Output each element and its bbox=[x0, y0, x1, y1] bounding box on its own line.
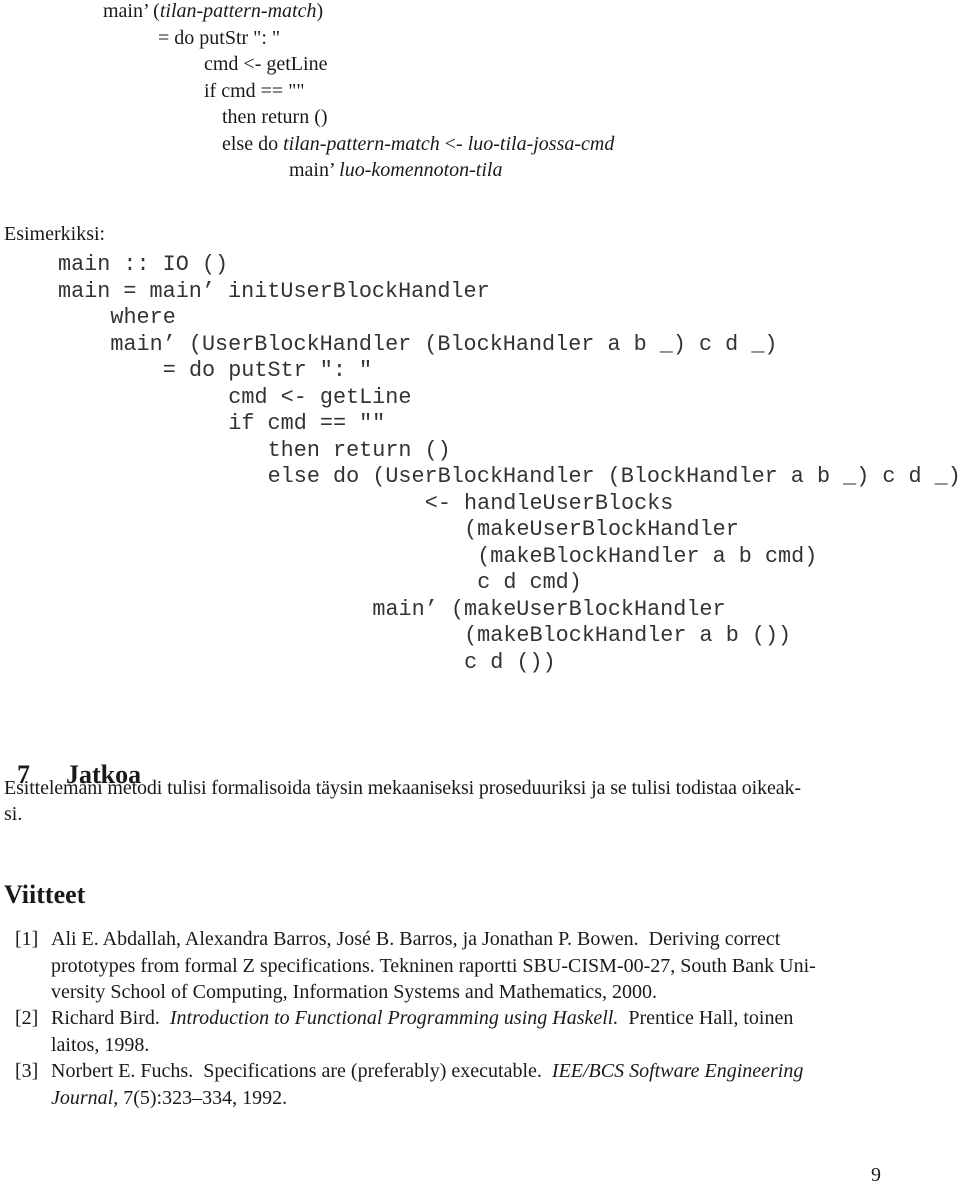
page-number: 9 bbox=[871, 1164, 881, 1186]
text: main’ ( bbox=[103, 0, 160, 22]
pseudocode-line: main’ luo-komennoton-tila bbox=[289, 157, 502, 183]
pseudocode-line: if cmd == "" bbox=[204, 78, 305, 104]
code-line: main’ (makeUserBlockHandler bbox=[372, 596, 726, 622]
code-line: if cmd == "" bbox=[228, 411, 386, 436]
code-line: main’ (UserBlockHandler (BlockHandler a … bbox=[110, 331, 778, 357]
code-line: main :: IO () bbox=[58, 252, 229, 277]
section-paragraph-line-2: si. bbox=[4, 803, 23, 825]
reference-line: Richard Bird. Introduction to Functional… bbox=[51, 1005, 793, 1031]
italic-text: tilan-pattern-match bbox=[159, 0, 317, 22]
reference-line: Norbert E. Fuchs. Specifications are (pr… bbox=[51, 1058, 803, 1084]
reference-number: [3] bbox=[15, 1060, 39, 1082]
pseudocode-line: main’ (tilan-pattern-match) bbox=[103, 0, 323, 24]
reference-line: Journal, 7(5):323–334, 1992. bbox=[51, 1085, 287, 1111]
text: Richard Bird. bbox=[51, 1007, 170, 1029]
italic-text: luo-komennoton-tila bbox=[339, 159, 503, 181]
reference-line: versity School of Computing, Information… bbox=[51, 979, 657, 1005]
code-line: c d cmd) bbox=[477, 570, 582, 595]
text: Prentice Hall, toinen bbox=[618, 1007, 794, 1029]
pseudocode-line: else do tilan-pattern-match <- luo-tila-… bbox=[222, 131, 614, 157]
pseudocode-line: = do putStr ": " bbox=[158, 25, 280, 51]
reference-number: [1] bbox=[15, 928, 39, 950]
code-line: cmd <- getLine bbox=[228, 384, 412, 410]
pseudocode-line: cmd <- getLine bbox=[204, 51, 327, 77]
text: main’ bbox=[289, 159, 340, 181]
reference-line: Ali E. Abdallah, Alexandra Barros, José … bbox=[51, 926, 780, 952]
text: then return () bbox=[222, 106, 328, 128]
examples-label: Esimerkiksi: bbox=[4, 223, 106, 245]
references-heading: Viitteet bbox=[4, 880, 86, 909]
code-line: <- handleUserBlocks bbox=[424, 490, 674, 516]
code-line: then return () bbox=[267, 437, 451, 463]
italic-text: Journal bbox=[51, 1086, 114, 1109]
reference-line: prototypes from formal Z specifications.… bbox=[51, 953, 816, 979]
text: cmd <- getLine bbox=[204, 53, 328, 75]
text: if cmd == "" bbox=[204, 79, 305, 102]
code-line: = do putStr ": " bbox=[162, 358, 373, 383]
text: versity School of Computing, Information… bbox=[51, 981, 658, 1003]
italic-text: Introduction to Functional Programming u… bbox=[169, 1007, 619, 1029]
code-line: else do (UserBlockHandler (BlockHandler … bbox=[267, 464, 960, 489]
text: = do putStr ": " bbox=[158, 26, 281, 49]
text: else do bbox=[222, 132, 284, 155]
reference-line: laitos, 1998. bbox=[51, 1032, 149, 1058]
code-line: c d ()) bbox=[464, 649, 556, 675]
code-line: main = main’ initUserBlockHandler bbox=[58, 278, 490, 304]
reference-number: [2] bbox=[15, 1007, 39, 1029]
code-line: where bbox=[110, 305, 176, 330]
italic-text: tilan-pattern-match bbox=[283, 132, 440, 155]
section-paragraph-line-1: Esittelemäni metodi tulisi formalisoida … bbox=[4, 777, 801, 799]
text: prototypes from formal Z specifications.… bbox=[51, 954, 816, 977]
text: <- bbox=[439, 132, 468, 155]
italic-text: luo-tila-jossa-cmd bbox=[467, 132, 615, 155]
code-line: (makeBlockHandler a b cmd) bbox=[477, 543, 818, 569]
text: , 7(5):323–334, 1992. bbox=[113, 1086, 288, 1109]
pseudocode-line: then return () bbox=[222, 104, 328, 130]
text: ) bbox=[316, 0, 324, 22]
italic-text: IEE/BCS Software Engineering bbox=[551, 1060, 804, 1082]
code-line: (makeBlockHandler a b ()) bbox=[464, 623, 792, 648]
code-line: (makeUserBlockHandler bbox=[464, 517, 739, 542]
text: Ali E. Abdallah, Alexandra Barros, José … bbox=[51, 928, 781, 950]
text: laitos, 1998. bbox=[51, 1033, 150, 1056]
text: Norbert E. Fuchs. Specifications are (pr… bbox=[51, 1060, 552, 1082]
